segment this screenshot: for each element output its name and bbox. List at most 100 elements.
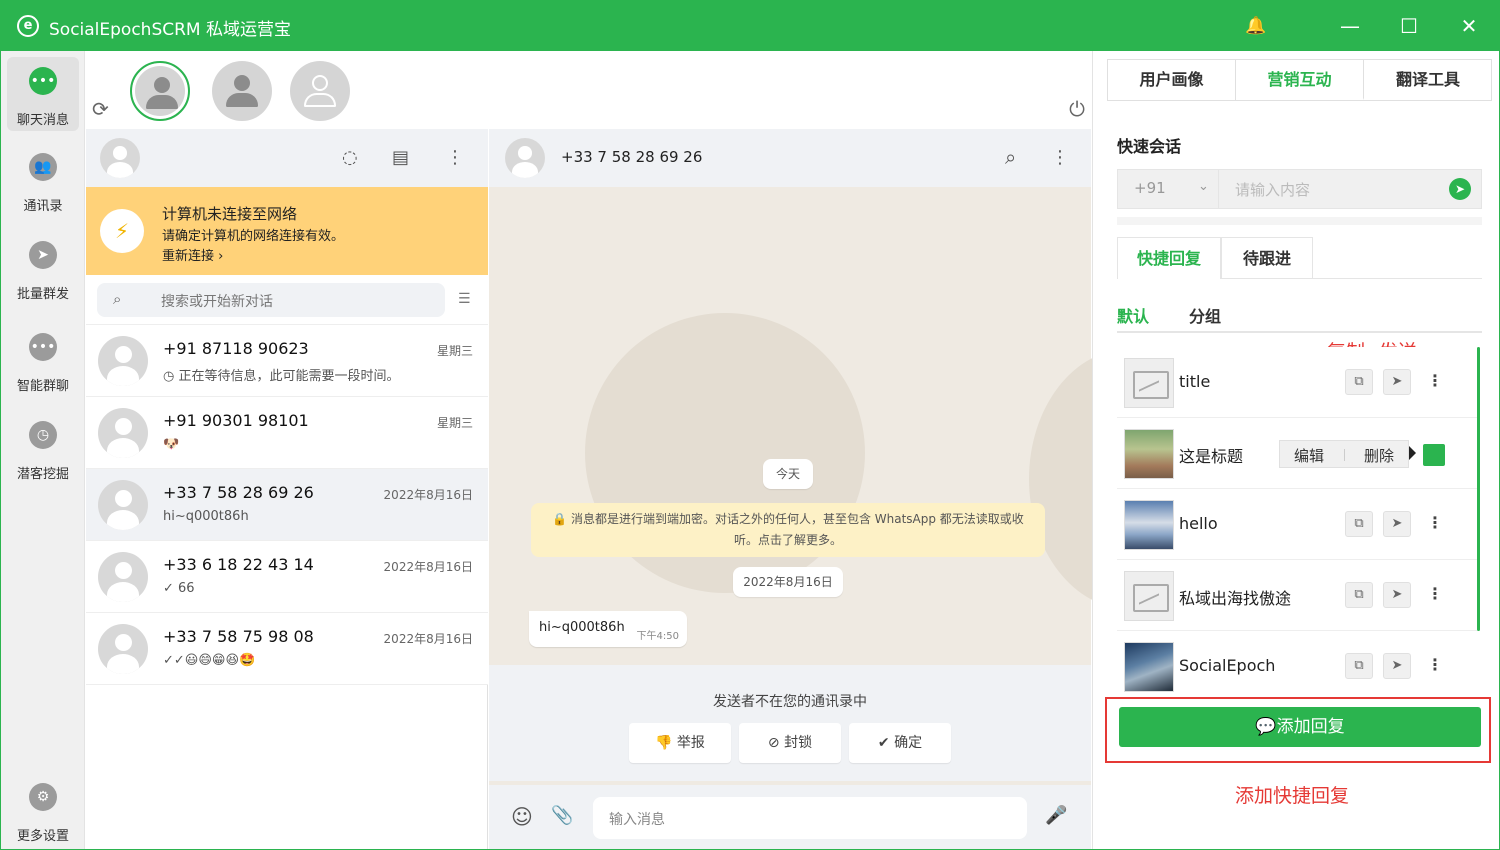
block-button[interactable]: ⊘ 封锁 — [739, 723, 841, 763]
more-icon[interactable]: ⋮ — [1427, 655, 1443, 674]
reply-thumbnail — [1124, 429, 1174, 479]
conversation-title[interactable]: +33 7 58 28 69 26 — [561, 148, 702, 166]
last-message-preview: ◷ 正在等待信息，此可能需要一段时间。 — [163, 369, 400, 384]
last-message-preview: 🐶 — [163, 437, 180, 452]
filter-icon[interactable]: ☰ — [458, 291, 471, 307]
quick-reply-item[interactable]: SocialEpoch ⧉ ➤ ⋮ — [1117, 631, 1477, 695]
emoji-icon[interactable]: ☺ — [511, 805, 533, 829]
nav-item-contacts[interactable]: 👥 通讯录 — [7, 143, 79, 217]
nav-item-chat[interactable]: ••• 聊天消息 — [7, 57, 79, 131]
date-divider: 2022年8月16日 — [733, 567, 843, 597]
contact-name: +33 7 58 75 98 08 — [163, 627, 314, 646]
add-account-avatar[interactable] — [290, 61, 350, 121]
tab-follow-up[interactable]: 待跟进 — [1221, 237, 1313, 279]
quick-reply-item[interactable]: 这是标题 编辑 删除 — [1117, 418, 1477, 489]
copy-icon[interactable]: ⧉ — [1345, 653, 1373, 679]
send-icon[interactable]: ➤ — [1383, 511, 1411, 537]
scrollbar[interactable] — [1477, 347, 1480, 631]
my-avatar[interactable] — [100, 138, 140, 178]
country-code-select[interactable]: +91 — [1134, 179, 1166, 197]
annotation-add-quick-reply: 添加快捷回复 — [1235, 785, 1350, 807]
conversation-panel: +33 7 58 28 69 26 ⌕ ⋮ 今天 🔒 消息都是进行端到端加密。对… — [489, 129, 1229, 849]
settings-toggle[interactable] — [1423, 444, 1445, 466]
more-icon[interactable]: ⋮ — [1427, 513, 1443, 532]
quick-reply-item[interactable]: 私域出海找傲途 ⧉ ➤ ⋮ — [1117, 560, 1477, 631]
maximize-button[interactable]: ☐ — [1394, 11, 1424, 41]
account-avatar-active[interactable] — [130, 61, 190, 121]
more-icon[interactable]: ⋮ — [1427, 584, 1443, 603]
contact-name: +33 7 58 28 69 26 — [163, 483, 314, 502]
tab-marketing[interactable]: 营销互动 — [1236, 60, 1364, 100]
nav-label: 更多设置 — [16, 829, 69, 844]
quick-reply-item[interactable]: title ⧉ ➤ ⋮ — [1117, 347, 1477, 418]
divider — [1117, 331, 1482, 333]
delete-button[interactable]: 删除 — [1364, 445, 1394, 466]
confirm-button[interactable]: ✔ 确定 — [849, 723, 951, 763]
copy-icon[interactable]: ⧉ — [1345, 369, 1373, 395]
edit-button[interactable]: 编辑 — [1294, 445, 1324, 466]
refresh-icon[interactable]: ⟳ — [92, 97, 109, 121]
left-navigation: ••• 聊天消息 👥 通讯录 ➤ 批量群发 ••• 智能群聊 ◷ 潜客挖掘 ⚙ … — [1, 51, 85, 849]
microphone-icon[interactable]: 🎤 — [1045, 805, 1067, 826]
chevron-down-icon[interactable]: ⌄ — [1198, 179, 1209, 194]
clock-icon: ◷ — [29, 421, 57, 449]
message-input[interactable]: 输入消息 — [593, 797, 1027, 839]
search-input[interactable]: ⌕ 搜索或开始新对话 — [97, 283, 445, 317]
group-default[interactable]: 默认 — [1117, 303, 1149, 327]
message-composer: ☺ 📎 输入消息 🎤 — [489, 785, 1091, 849]
report-button[interactable]: 👎 举报 — [629, 723, 731, 763]
menu-icon[interactable]: ⋮ — [1051, 147, 1069, 168]
nav-item-broadcast[interactable]: ➤ 批量群发 — [7, 231, 79, 305]
quick-chat-send-icon[interactable]: ➤ — [1449, 178, 1471, 200]
last-message-time: 2022年8月16日 — [383, 488, 473, 502]
quick-chat-input[interactable]: 请输入内容 — [1218, 170, 1436, 208]
group-grouped[interactable]: 分组 — [1189, 303, 1221, 327]
nav-item-group-chat[interactable]: ••• 智能群聊 — [7, 323, 79, 397]
chat-list-panel: ◌ ▤ ⋮ ⚡ 计算机未连接至网络 请确定计算机的网络连接有效。 重新连接 › … — [86, 129, 488, 849]
contact-avatar — [98, 408, 148, 458]
close-button[interactable]: ✕ — [1454, 11, 1484, 41]
send-plane-icon: ➤ — [29, 241, 57, 269]
add-reply-button[interactable]: 💬添加回复 — [1119, 707, 1481, 747]
chat-list-item[interactable]: +33 6 18 22 43 14 ✓ 66 2022年8月16日 — [86, 541, 488, 613]
search-icon[interactable]: ⌕ — [1005, 145, 1016, 169]
more-icon[interactable]: ⋮ — [1427, 371, 1443, 390]
contact-avatar[interactable] — [505, 138, 545, 178]
copy-icon[interactable]: ⧉ — [1345, 582, 1373, 608]
menu-icon[interactable]: ⋮ — [446, 147, 464, 168]
chat-list-item[interactable]: +33 7 58 75 98 08 ✓✓😃😄😁😆🤩 2022年8月16日 — [86, 613, 488, 685]
divider — [1344, 449, 1345, 461]
reply-subtabs: 快捷回复 待跟进 — [1117, 237, 1482, 279]
nav-item-prospecting[interactable]: ◷ 潜客挖掘 — [7, 411, 79, 485]
nav-item-settings[interactable]: ⚙ 更多设置 — [7, 773, 79, 847]
panel-tabs: 用户画像 营销互动 翻译工具 — [1107, 59, 1492, 101]
message-bubble[interactable]: hi~q000t86h 下午4:50 — [529, 611, 687, 647]
encryption-notice[interactable]: 🔒 消息都是进行端到端加密。对话之外的任何人，甚至包含 WhatsApp 都无法… — [531, 503, 1045, 557]
nav-label: 批量群发 — [16, 287, 69, 302]
settings-popup: 编辑 删除 — [1279, 440, 1409, 468]
tab-quick-reply[interactable]: 快捷回复 — [1117, 237, 1221, 279]
send-icon[interactable]: ➤ — [1383, 653, 1411, 679]
power-icon[interactable]: ⏻ — [1069, 97, 1085, 121]
chat-list-item[interactable]: +91 87118 90623 ◷ 正在等待信息，此可能需要一段时间。 星期三 — [86, 325, 488, 397]
bell-icon[interactable]: 🔔 — [1241, 11, 1271, 41]
search-row: ⌕ 搜索或开始新对话 ☰ — [86, 275, 488, 325]
account-avatar[interactable] — [212, 61, 272, 121]
tab-translate[interactable]: 翻译工具 — [1364, 60, 1492, 100]
chat-list-item-selected[interactable]: +33 7 58 28 69 26 hi~q000t86h 2022年8月16日 — [86, 469, 488, 541]
new-chat-icon[interactable]: ▤ — [392, 147, 409, 168]
send-icon[interactable]: ➤ — [1383, 369, 1411, 395]
reconnect-link[interactable]: 重新连接 › — [162, 245, 223, 264]
chat-list-item[interactable]: +91 90301 98101 🐶 星期三 — [86, 397, 488, 469]
message-placeholder: 输入消息 — [609, 812, 665, 828]
minimize-button[interactable]: — — [1335, 11, 1365, 41]
tab-user-profile[interactable]: 用户画像 — [1108, 60, 1236, 100]
copy-icon[interactable]: ⧉ — [1345, 511, 1373, 537]
status-icon[interactable]: ◌ — [342, 147, 358, 168]
chat-bubble-icon: ••• — [29, 67, 57, 95]
attach-icon[interactable]: 📎 — [551, 805, 573, 826]
quick-reply-item[interactable]: hello ⧉ ➤ ⋮ — [1117, 489, 1477, 560]
quick-reply-list: title ⧉ ➤ ⋮ 这是标题 编辑 删除 hello ⧉ ➤ ⋮ 私域出海找… — [1117, 347, 1479, 695]
conversation-header: +33 7 58 28 69 26 ⌕ ⋮ — [489, 129, 1091, 187]
send-icon[interactable]: ➤ — [1383, 582, 1411, 608]
